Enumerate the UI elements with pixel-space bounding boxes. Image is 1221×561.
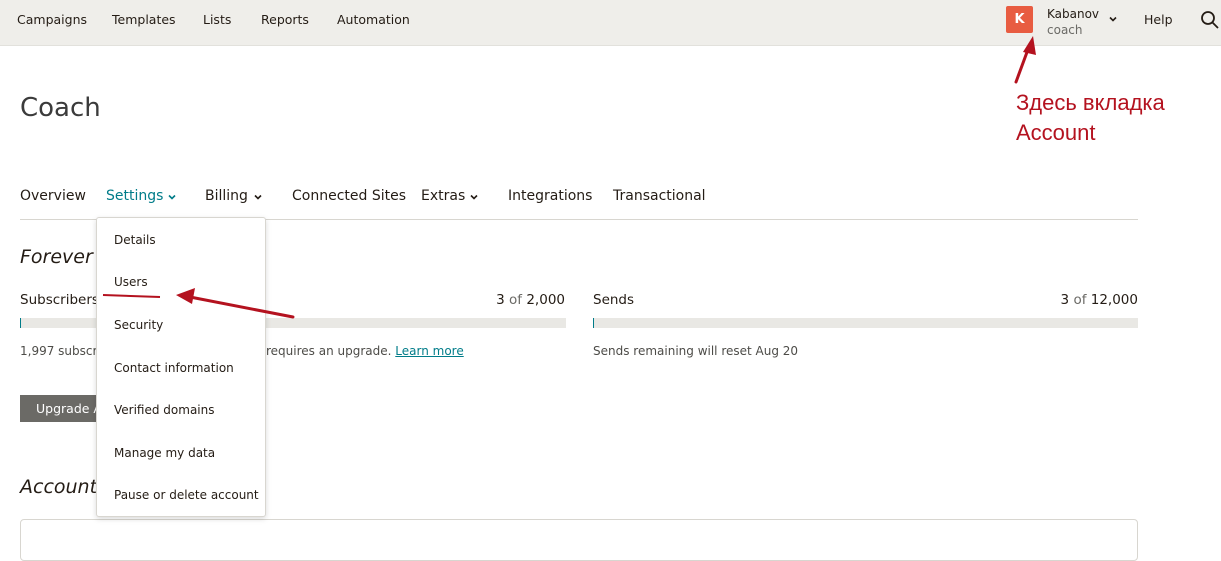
nav-templates[interactable]: Templates bbox=[112, 12, 176, 27]
chevron-down-icon[interactable] bbox=[252, 191, 264, 203]
avatar[interactable]: K bbox=[1006, 6, 1033, 33]
sends-note: Sends remaining will reset Aug 20 bbox=[593, 344, 799, 358]
sends-progress-bar bbox=[593, 318, 1138, 328]
subscribers-progress-fill bbox=[20, 318, 21, 328]
sends-label: Sends bbox=[593, 292, 635, 308]
nav-reports[interactable]: Reports bbox=[261, 12, 309, 27]
tab-connected-sites[interactable]: Connected Sites bbox=[292, 188, 406, 204]
subscribers-count: 3 of 2,000 bbox=[496, 292, 565, 308]
menu-item-contact-information[interactable]: Contact information bbox=[114, 361, 234, 375]
menu-item-details[interactable]: Details bbox=[114, 233, 156, 247]
tab-settings[interactable]: Settings bbox=[106, 188, 163, 204]
nav-campaigns[interactable]: Campaigns bbox=[17, 12, 87, 27]
subscribers-note: requires an upgrade. Learn more bbox=[266, 344, 464, 358]
chevron-down-icon[interactable] bbox=[468, 191, 480, 203]
account-user-name[interactable]: Kabanov bbox=[1047, 7, 1099, 21]
sends-count: 3 of 12,000 bbox=[1060, 292, 1138, 308]
account-info-card bbox=[20, 519, 1138, 561]
chevron-down-icon[interactable] bbox=[1107, 13, 1119, 25]
learn-more-link[interactable]: Learn more bbox=[395, 344, 463, 358]
account-user-sub[interactable]: coach bbox=[1047, 23, 1083, 37]
annotation-line-1: Здесь вкладка bbox=[1016, 90, 1165, 115]
chevron-down-icon[interactable] bbox=[166, 191, 178, 203]
menu-item-users[interactable]: Users bbox=[114, 275, 148, 289]
menu-item-manage-my-data[interactable]: Manage my data bbox=[114, 446, 215, 460]
tab-transactional[interactable]: Transactional bbox=[613, 188, 706, 204]
menu-item-pause-or-delete-account[interactable]: Pause or delete account bbox=[114, 488, 259, 502]
subscribers-label: Subscribers bbox=[20, 292, 99, 308]
sends-progress-fill bbox=[593, 318, 594, 328]
search-icon[interactable] bbox=[1200, 10, 1220, 30]
settings-dropdown-menu: Details Users Security Contact informati… bbox=[96, 217, 266, 517]
tab-billing[interactable]: Billing bbox=[205, 188, 248, 204]
tab-overview[interactable]: Overview bbox=[20, 188, 86, 204]
nav-automation[interactable]: Automation bbox=[337, 12, 410, 27]
menu-item-verified-domains[interactable]: Verified domains bbox=[114, 403, 215, 417]
help-link[interactable]: Help bbox=[1144, 12, 1173, 27]
annotation-text: Здесь вкладка Account bbox=[1016, 88, 1216, 148]
menu-item-security[interactable]: Security bbox=[114, 318, 163, 332]
annotation-line-2: Account bbox=[1016, 120, 1096, 145]
tab-extras[interactable]: Extras bbox=[421, 188, 465, 204]
page-title: Coach bbox=[20, 93, 101, 123]
nav-lists[interactable]: Lists bbox=[203, 12, 231, 27]
tab-integrations[interactable]: Integrations bbox=[508, 188, 592, 204]
top-navigation-bar: Campaigns Templates Lists Reports Automa… bbox=[0, 0, 1221, 46]
